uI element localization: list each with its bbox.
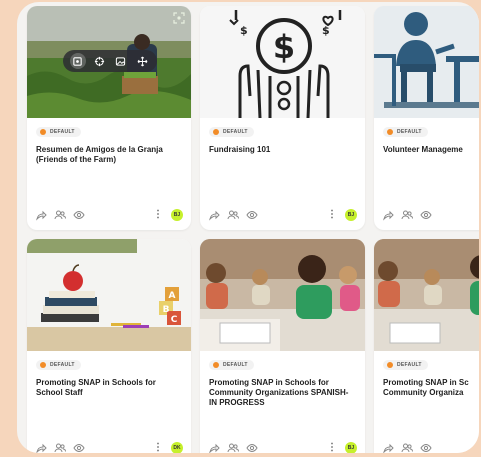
dollar-hands-illustration: $ $ $ — [200, 6, 365, 118]
card-footer: ⋮ BJ — [208, 441, 357, 453]
card-friends-of-farm[interactable]: DEFAULT Resumen de Amigos de la Granja (… — [27, 6, 191, 230]
card-footer — [382, 441, 479, 453]
badge-dot-icon — [213, 129, 219, 135]
card-footer: ⋮ BJ — [35, 208, 183, 222]
classroom-photo — [200, 239, 365, 351]
users-icon[interactable] — [54, 442, 66, 453]
card-snap-community[interactable]: DEFAULT Promoting SNAP in Sc Community O… — [374, 239, 479, 453]
share-icon[interactable] — [382, 209, 394, 221]
badge-dot-icon — [387, 129, 393, 135]
kebab-menu-icon[interactable]: ⋮ — [153, 443, 163, 453]
card-snap-school-staff[interactable]: A B C DEFAULT Promoting SNAP in Schools … — [27, 239, 191, 453]
avatar[interactable]: BJ — [171, 209, 183, 221]
card-thumbnail-fundraising[interactable]: $ $ $ — [200, 6, 365, 118]
avatar[interactable]: BJ — [345, 442, 357, 453]
card-volunteer-management[interactable]: DEFAULT Volunteer Manageme — [374, 6, 479, 230]
kebab-menu-icon[interactable]: ⋮ — [327, 210, 337, 220]
card-fundraising-101[interactable]: $ $ $ DEFAULT Fundraising 101 ⋮ BJ — [200, 6, 365, 230]
share-icon[interactable] — [35, 209, 47, 221]
users-icon[interactable] — [227, 209, 239, 221]
card-footer: ⋮ DK — [35, 441, 183, 453]
card-thumbnail-apple-books[interactable]: A B C — [27, 239, 191, 351]
svg-text:C: C — [171, 315, 178, 325]
avatar[interactable]: BJ — [345, 209, 357, 221]
users-icon[interactable] — [401, 209, 413, 221]
svg-text:B: B — [163, 305, 170, 315]
svg-text:$: $ — [322, 24, 330, 37]
move-icon[interactable] — [134, 53, 150, 69]
eye-icon[interactable] — [420, 442, 432, 453]
image-icon[interactable] — [113, 53, 129, 69]
status-badge: DEFAULT — [383, 360, 428, 370]
badge-dot-icon — [387, 362, 393, 368]
share-icon[interactable] — [35, 442, 47, 453]
share-icon[interactable] — [208, 442, 220, 453]
svg-text:$: $ — [240, 24, 248, 37]
apple-books-photo: A B C — [27, 239, 191, 351]
card-title[interactable]: Promoting SNAP in Sc Community Organiza — [383, 378, 479, 398]
classroom-photo-2 — [374, 239, 479, 351]
card-thumbnail-farm[interactable] — [27, 6, 191, 118]
status-badge: DEFAULT — [383, 127, 428, 137]
card-thumbnail-volunteer[interactable] — [374, 6, 479, 118]
users-icon[interactable] — [227, 442, 239, 453]
card-title-line: Promoting SNAP in Sc Community Organiza — [383, 378, 469, 397]
target-icon[interactable] — [91, 53, 107, 69]
content-panel: DEFAULT Resumen de Amigos de la Granja (… — [17, 2, 479, 453]
card-title[interactable]: Volunteer Manageme — [383, 145, 479, 155]
status-badge: DEFAULT — [36, 360, 81, 370]
card-title[interactable]: Fundraising 101 — [209, 145, 355, 155]
card-thumbnail-classroom-2[interactable] — [374, 239, 479, 351]
badge-dot-icon — [40, 362, 46, 368]
eye-icon[interactable] — [73, 442, 85, 453]
status-badge: DEFAULT — [36, 127, 81, 137]
image-edit-toolbar — [63, 50, 157, 72]
share-icon[interactable] — [382, 442, 394, 453]
eye-icon[interactable] — [246, 209, 258, 221]
share-icon[interactable] — [208, 209, 220, 221]
badge-dot-icon — [40, 129, 46, 135]
card-thumbnail-classroom[interactable] — [200, 239, 365, 351]
kebab-menu-icon[interactable]: ⋮ — [153, 210, 163, 220]
eye-icon[interactable] — [73, 209, 85, 221]
avatar[interactable]: DK — [171, 442, 183, 453]
eye-icon[interactable] — [246, 442, 258, 453]
volunteer-illustration — [374, 6, 479, 118]
users-icon[interactable] — [401, 442, 413, 453]
crop-icon[interactable] — [69, 53, 86, 69]
eye-icon[interactable] — [420, 209, 432, 221]
status-badge: DEFAULT — [209, 360, 254, 370]
badge-dot-icon — [213, 362, 219, 368]
status-badge: DEFAULT — [209, 127, 254, 137]
card-title[interactable]: Resumen de Amigos de la Granja (Friends … — [36, 145, 182, 165]
svg-text:A: A — [169, 291, 176, 301]
svg-text:$: $ — [273, 28, 295, 66]
card-title[interactable]: Promoting SNAP in Schools for School Sta… — [36, 378, 182, 398]
kebab-menu-icon[interactable]: ⋮ — [327, 443, 337, 453]
card-grid: DEFAULT Resumen de Amigos de la Granja (… — [27, 6, 479, 453]
card-footer — [382, 208, 479, 222]
card-title[interactable]: Promoting SNAP in Schools for Community … — [209, 378, 355, 408]
scan-icon[interactable] — [173, 12, 185, 24]
card-snap-community-spanish[interactable]: DEFAULT Promoting SNAP in Schools for Co… — [200, 239, 365, 453]
card-footer: ⋮ BJ — [208, 208, 357, 222]
users-icon[interactable] — [54, 209, 66, 221]
